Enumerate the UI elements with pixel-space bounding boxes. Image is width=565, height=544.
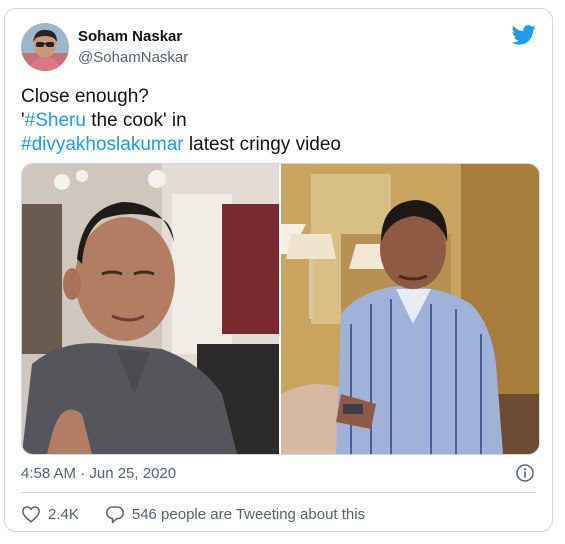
timestamp[interactable]: 4:58 AM · Jun 25, 2020: [21, 465, 176, 482]
tweet-card[interactable]: Soham Naskar @SohamNaskar Close enough? …: [4, 8, 553, 532]
tweeting-count: 546 people are Tweeting about this: [131, 505, 366, 523]
tweet-line-1: Close enough?: [21, 86, 149, 107]
tweet-line-2: '#Sheru the cook' in: [21, 109, 531, 133]
photo-right[interactable]: [281, 164, 539, 454]
tweet-line-3-text: latest cringy video: [183, 134, 341, 155]
photo-left[interactable]: [22, 164, 279, 454]
media-grid[interactable]: [21, 163, 540, 455]
tweet-line-3: #divyakhoslakumar latest cringy video: [21, 133, 531, 157]
tweeting-link[interactable]: 546 people are Tweeting about this: [105, 505, 365, 524]
like-button[interactable]: 2.4K: [21, 505, 79, 523]
avatar[interactable]: [21, 23, 69, 71]
like-count: 2.4K: [48, 505, 79, 523]
engagement-bar: 2.4K 546 people are Tweeting about this: [21, 503, 365, 525]
info-icon[interactable]: [516, 464, 534, 482]
author-name[interactable]: Soham Naskar: [78, 28, 182, 45]
hashtag-divyakhoslakumar[interactable]: #divyakhoslakumar: [21, 134, 184, 155]
divider: [21, 492, 536, 493]
speech-bubble-icon: [105, 505, 124, 523]
tweet-text: Close enough? '#Sheru the cook' in #divy…: [21, 85, 531, 157]
tweet-line-2-text: the cook' in: [85, 110, 187, 131]
author-handle[interactable]: @SohamNaskar: [78, 49, 188, 66]
hashtag-sheru[interactable]: #Sheru: [25, 110, 86, 131]
heart-icon: [22, 506, 40, 523]
twitter-bird-icon[interactable]: [511, 24, 536, 46]
